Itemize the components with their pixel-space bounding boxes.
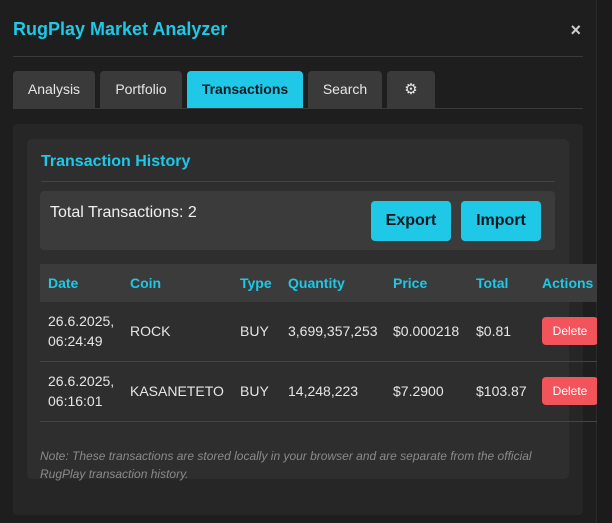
table-header: Date Coin Type Quantity Price Total Acti… xyxy=(40,264,606,302)
col-total: Total xyxy=(476,275,509,291)
tab-analysis[interactable]: Analysis xyxy=(13,71,95,108)
section-title: Transaction History xyxy=(41,153,555,182)
row-quantity: 3,699,357,253 xyxy=(288,323,378,339)
date-text: 26.6.2025, xyxy=(48,313,115,329)
col-type: Type xyxy=(240,275,272,291)
col-coin: Coin xyxy=(130,275,162,291)
transaction-history-card: Transaction History Total Transactions: … xyxy=(27,139,606,481)
row-price: $7.2900 xyxy=(393,383,444,399)
col-quantity: Quantity xyxy=(288,275,345,291)
row-date: 26.6.2025, 06:24:49 xyxy=(48,311,114,351)
export-button[interactable]: Export xyxy=(371,201,451,241)
row-type: BUY xyxy=(240,383,269,399)
gear-icon: ⚙ xyxy=(404,81,418,98)
scrollbar[interactable] xyxy=(597,0,612,523)
tab-portfolio[interactable]: Portfolio xyxy=(100,71,182,108)
app-title: RugPlay Market Analyzer xyxy=(13,19,228,39)
delete-button[interactable]: Delete xyxy=(542,377,598,405)
col-price: Price xyxy=(393,275,428,291)
tab-settings[interactable]: ⚙ xyxy=(387,71,435,108)
tab-search[interactable]: Search xyxy=(308,71,382,108)
col-actions: Actions xyxy=(542,275,594,291)
col-date: Date xyxy=(48,275,79,291)
time-text: 06:16:01 xyxy=(48,393,103,409)
delete-button[interactable]: Delete xyxy=(542,317,598,345)
row-date: 26.6.2025, 06:16:01 xyxy=(48,371,114,411)
row-total: $103.87 xyxy=(476,383,527,399)
import-button[interactable]: Import xyxy=(461,201,541,241)
row-coin: ROCK xyxy=(130,323,171,339)
row-total: $0.81 xyxy=(476,323,512,339)
close-button[interactable]: × xyxy=(570,20,581,40)
row-type: BUY xyxy=(240,323,269,339)
analyzer-panel: RugPlay Market Analyzer × Analysis Portf… xyxy=(0,0,606,523)
tab-transactions[interactable]: Transactions xyxy=(187,71,303,108)
table-row: 26.6.2025, 06:24:49 ROCK BUY 3,699,357,2… xyxy=(40,302,606,362)
header: RugPlay Market Analyzer × xyxy=(13,0,583,57)
summary-bar: Total Transactions: 2 Export Import xyxy=(40,191,555,250)
table-row: 26.6.2025, 06:16:01 KASANETETO BUY 14,24… xyxy=(40,362,606,422)
date-text: 26.6.2025, xyxy=(48,373,115,389)
row-quantity: 14,248,223 xyxy=(288,383,359,399)
time-text: 06:24:49 xyxy=(48,333,103,349)
transactions-content: Transaction History Total Transactions: … xyxy=(13,124,606,515)
row-coin: KASANETETO xyxy=(130,383,224,399)
tab-bar: Analysis Portfolio Transactions Search ⚙ xyxy=(13,71,583,109)
row-price: $0.000218 xyxy=(393,323,460,339)
storage-note: Note: These transactions are stored loca… xyxy=(40,449,532,481)
transactions-table: Date Coin Type Quantity Price Total Acti… xyxy=(40,264,606,422)
total-transactions: Total Transactions: 2 xyxy=(50,204,197,221)
